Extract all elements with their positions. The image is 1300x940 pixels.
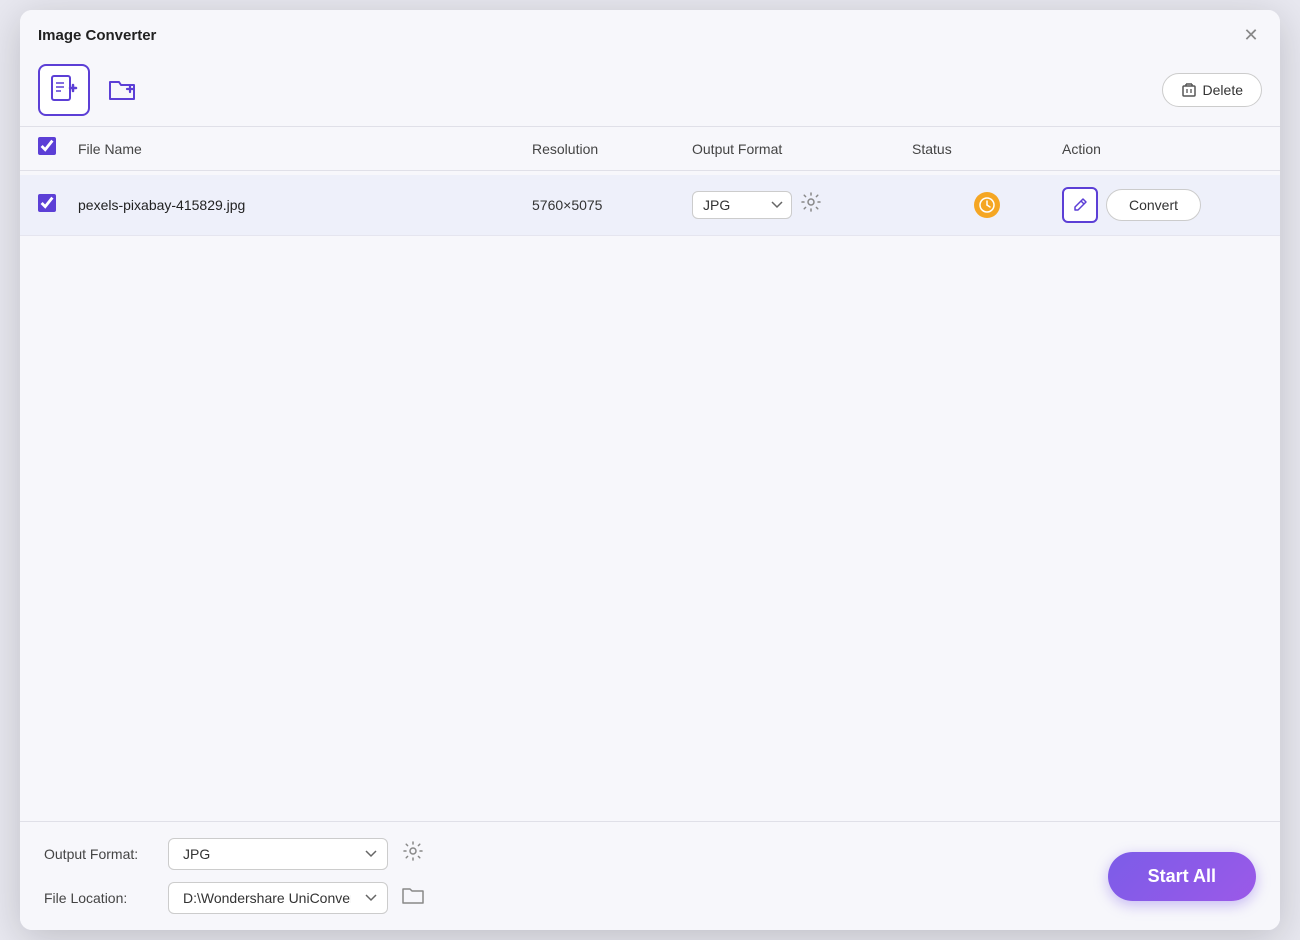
window-title: Image Converter (38, 27, 156, 44)
file-location-select[interactable]: D:\Wondershare UniConverter 15\Im (168, 882, 388, 914)
app-window: Image Converter ✕ (20, 10, 1280, 930)
toolbar-left (38, 64, 144, 116)
file-location-row: File Location: D:\Wondershare UniConvert… (44, 882, 424, 914)
select-all-checkbox[interactable] (38, 137, 56, 155)
status-pending-icon (974, 192, 1000, 218)
toolbar: Delete (20, 56, 1280, 126)
col-checkbox (38, 137, 78, 160)
format-cell: JPG PNG WEBP BMP TIFF (692, 191, 912, 219)
col-file-name: File Name (78, 141, 532, 157)
output-format-select[interactable]: JPG PNG WEBP BMP TIFF (168, 838, 388, 870)
edit-icon (1071, 196, 1089, 214)
delete-button[interactable]: Delete (1162, 73, 1262, 107)
start-all-button[interactable]: Start All (1108, 852, 1256, 901)
status-cell (912, 192, 1062, 218)
col-output-format: Output Format (692, 141, 912, 157)
file-location-label: File Location: (44, 890, 154, 906)
table-body: pexels-pixabay-415829.jpg 5760×5075 JPG … (20, 171, 1280, 821)
file-name-cell: pexels-pixabay-415829.jpg (78, 197, 532, 213)
resolution-cell: 5760×5075 (532, 197, 692, 213)
add-file-icon (48, 74, 80, 106)
delete-icon (1181, 82, 1197, 98)
col-resolution: Resolution (532, 141, 692, 157)
bottom-format-settings-icon[interactable] (402, 840, 424, 868)
row-checkbox-cell (38, 194, 78, 217)
folder-browse-icon[interactable] (402, 885, 424, 911)
title-bar: Image Converter ✕ (20, 10, 1280, 56)
add-folder-button[interactable] (100, 68, 144, 112)
add-folder-icon (107, 75, 137, 105)
table-header: File Name Resolution Output Format Statu… (20, 126, 1280, 171)
add-file-button[interactable] (38, 64, 90, 116)
col-status: Status (912, 141, 1062, 157)
col-action: Action (1062, 141, 1262, 157)
table-row: pexels-pixabay-415829.jpg 5760×5075 JPG … (20, 175, 1280, 236)
format-select[interactable]: JPG PNG WEBP BMP TIFF (692, 191, 792, 219)
bottom-left: Output Format: JPG PNG WEBP BMP TIFF (44, 838, 424, 914)
close-button[interactable]: ✕ (1240, 24, 1262, 46)
bottom-bar: Output Format: JPG PNG WEBP BMP TIFF (20, 821, 1280, 930)
action-cell: Convert (1062, 187, 1262, 223)
output-format-row: Output Format: JPG PNG WEBP BMP TIFF (44, 838, 424, 870)
format-settings-icon[interactable] (800, 191, 822, 219)
output-format-label: Output Format: (44, 846, 154, 862)
delete-label: Delete (1203, 82, 1243, 98)
row-checkbox[interactable] (38, 194, 56, 212)
edit-button[interactable] (1062, 187, 1098, 223)
convert-button[interactable]: Convert (1106, 189, 1201, 221)
